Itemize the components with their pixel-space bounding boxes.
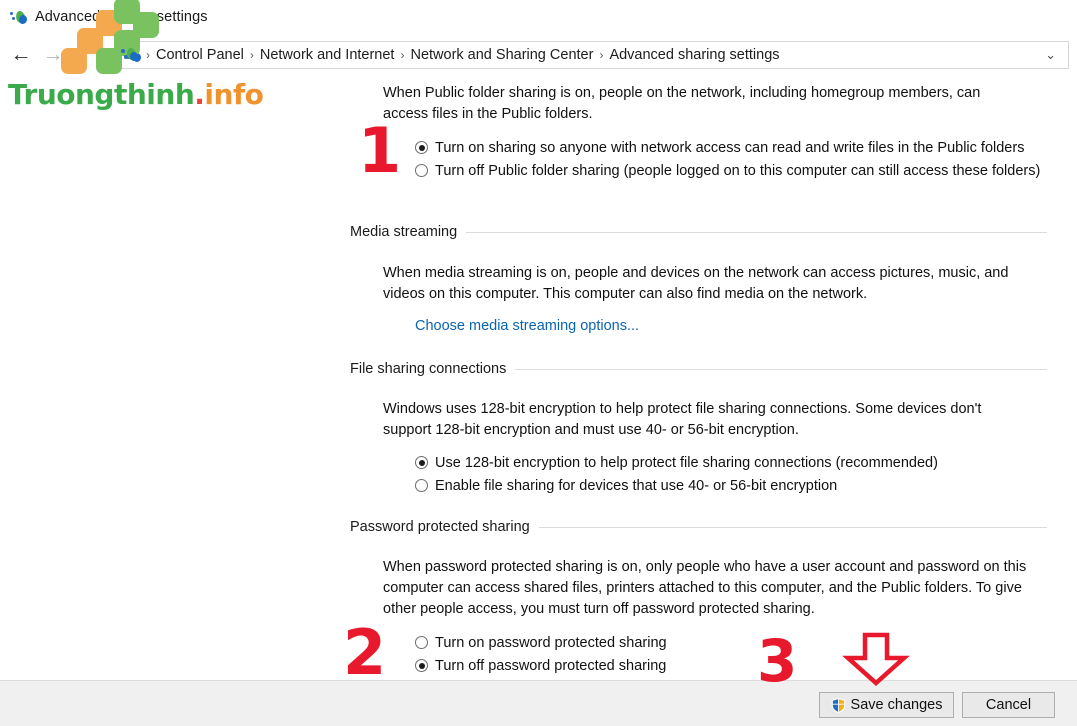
breadcrumb-item-network-and-internet[interactable]: Network and Internet [255,47,400,63]
navigation-bar: ← → ⌄ ↑ › Control Panel › Network and In… [0,33,1077,76]
media-streaming-description: When media streaming is on, people and d… [383,265,1009,302]
section-divider [466,231,1047,233]
up-one-level-icon[interactable]: ↑ [90,40,114,70]
choose-media-streaming-options-link[interactable]: Choose media streaming options... [415,318,639,334]
annotation-step-1: 1 [358,114,402,187]
radio-button-indicator[interactable] [415,164,428,177]
uac-shield-icon [831,697,846,713]
section-header-file-sharing-connections: File sharing connections [350,361,1047,377]
section-header-media-streaming: Media streaming [350,224,1047,240]
radio-button-indicator[interactable] [415,456,428,469]
down-arrow-annotation-icon [842,632,910,692]
radio-label: Use 128-bit encryption to help protect f… [435,455,938,471]
radio-public-sharing-on[interactable]: Turn on sharing so anyone with network a… [415,138,1045,159]
section-title: Password protected sharing [350,519,530,535]
radio-button-indicator[interactable] [415,479,428,492]
address-chevron-down-icon[interactable]: ⌄ [1041,47,1064,63]
radio-button-indicator[interactable] [415,636,428,649]
password-sharing-description: When password protected sharing is on, o… [383,559,1027,617]
section-divider [538,526,1047,528]
cancel-label: Cancel [985,697,1032,713]
radio-button-indicator[interactable] [415,659,428,672]
section-title: Media streaming [350,224,458,240]
address-bar-network-sharing-icon [125,47,143,63]
section-divider [515,368,1047,370]
radio-button-indicator[interactable] [415,141,428,154]
address-bar[interactable]: › Control Panel › Network and Internet ›… [118,40,1069,69]
back-icon[interactable]: ← [6,40,36,70]
annotation-step-3: 3 [757,627,798,695]
window-title: Advanced sharing settings [35,8,208,25]
radio-label: Enable file sharing for devices that use… [435,478,838,494]
radio-password-sharing-on[interactable]: Turn on password protected sharing [415,633,1015,654]
radio-label: Turn on password protected sharing [435,635,667,651]
breadcrumb-item-network-and-sharing-center[interactable]: Network and Sharing Center [405,47,598,63]
cancel-button[interactable]: Cancel [962,692,1055,718]
network-sharing-icon [10,8,28,26]
radio-label: Turn off password protected sharing [435,658,667,674]
radio-public-sharing-off[interactable]: Turn off Public folder sharing (people l… [415,161,1045,182]
breadcrumb-item-control-panel[interactable]: Control Panel [151,47,249,63]
save-changes-label: Save changes [850,697,943,713]
forward-icon[interactable]: → [38,40,68,70]
recent-locations-chevron-down-icon[interactable]: ⌄ [68,40,90,70]
radio-label: Turn off Public folder sharing (people l… [435,163,1041,179]
radio-40-56bit-encryption[interactable]: Enable file sharing for devices that use… [415,476,1045,497]
file-sharing-description: Windows uses 128-bit encryption to help … [383,401,982,438]
breadcrumb: › Control Panel › Network and Internet ›… [145,47,1041,63]
radio-label: Turn on sharing so anyone with network a… [435,140,1025,156]
section-header-password-protected-sharing: Password protected sharing [350,519,1047,535]
main-content: When Public folder sharing is on, people… [0,76,1077,680]
radio-password-sharing-off[interactable]: Turn off password protected sharing [415,656,1015,677]
breadcrumb-item-advanced-sharing-settings[interactable]: Advanced sharing settings [604,47,784,63]
save-changes-button[interactable]: Save changes [819,692,954,718]
public-folder-description: When Public folder sharing is on, people… [383,85,981,122]
annotation-step-2: 2 [343,616,387,689]
window-titlebar: Advanced sharing settings [0,0,1077,33]
section-title: File sharing connections [350,361,507,377]
radio-128bit-encryption[interactable]: Use 128-bit encryption to help protect f… [415,453,1045,474]
